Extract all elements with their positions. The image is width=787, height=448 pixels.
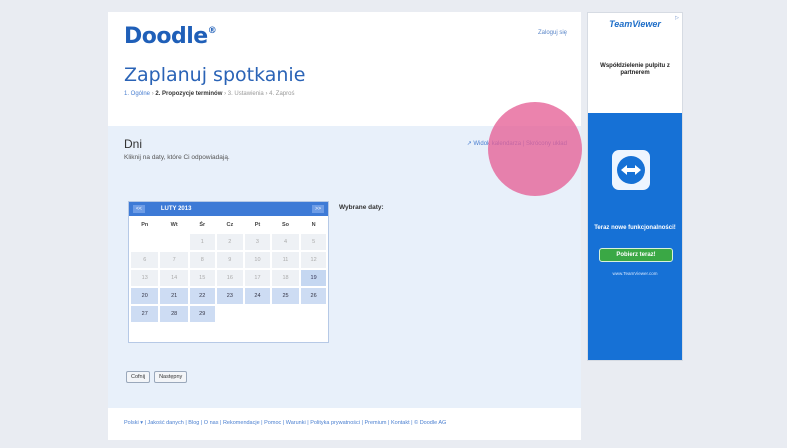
calendar-day: 15 [189, 270, 215, 286]
doodle-logo[interactable]: Doodle® [124, 24, 217, 49]
teamviewer-icon [612, 150, 650, 190]
calendar-day: 13 [131, 270, 159, 286]
calendar-day: 4 [271, 234, 300, 250]
calendar-day: 1 [189, 234, 215, 250]
calendar-day: 7 [160, 252, 188, 268]
back-button[interactable]: Cofnij [126, 371, 151, 383]
calendar-day: 2 [216, 234, 244, 250]
weekday-header: Cz [226, 222, 234, 228]
calendar-day: 6 [131, 252, 159, 268]
date-picker-calendar: << LUTY 2013 >> Pn Wt Śr Cz Pt So N 1234567891… [128, 201, 329, 343]
weekday-header: Wt [170, 222, 178, 228]
calendar-day: 8 [189, 252, 215, 268]
footer-links[interactable]: Polski ▾ | Jakość danych | Blog | O nas … [124, 420, 464, 427]
calendar-empty-cell [160, 234, 187, 250]
ad-url[interactable]: www.TeamViewer.com [588, 271, 682, 276]
calendar-day: 3 [245, 234, 270, 250]
panel-title: Dni [124, 137, 143, 151]
next-month-button[interactable]: >> [312, 205, 324, 213]
calendar-day: 18 [271, 270, 300, 286]
calendar-empty-cell [272, 306, 299, 322]
prev-month-button[interactable]: << [133, 205, 145, 213]
calendar-month-label: LUTY 2013 [160, 206, 192, 212]
calendar-day: 10 [245, 252, 270, 268]
calendar-day[interactable]: 22 [189, 288, 215, 304]
step-settings: 3. Ustawienia [227, 91, 264, 97]
teamviewer-ad[interactable]: ▷ TeamViewer Współdzielenie pulpitu z pa… [587, 12, 683, 361]
calendar-day[interactable]: 27 [131, 306, 159, 322]
calendar-header: << LUTY 2013 >> [129, 202, 328, 216]
weekday-header: Śr [199, 222, 206, 228]
calendar-day: 12 [301, 252, 326, 268]
ad-headline: Współdzielenie pulpitu z partnerem [600, 63, 670, 76]
step-invite: 4. Zaproś [269, 91, 295, 97]
weekday-header: Pt [254, 222, 261, 228]
selected-dates-label: Wybrane daty: [339, 204, 384, 211]
weekday-header: So [282, 222, 290, 228]
nav-buttons: Cofnij Następny [126, 371, 188, 383]
next-button[interactable]: Następny [154, 371, 188, 383]
calendar-day: 11 [271, 252, 300, 268]
calendar-day[interactable]: 29 [189, 306, 215, 322]
calendar-day[interactable]: 25 [271, 288, 300, 304]
calendar-empty-cell [131, 234, 158, 250]
calendar-empty-cell [301, 306, 326, 322]
calendar-day[interactable]: 28 [160, 306, 188, 322]
ad-promo-text: Teraz nowe funkcjonalności! [594, 225, 676, 231]
calendar-day: 14 [160, 270, 188, 286]
weekday-header: Pn [141, 222, 149, 228]
calendar-day: 16 [216, 270, 244, 286]
calendar-day[interactable]: 21 [160, 288, 188, 304]
step-general[interactable]: 1. Ogólne [124, 91, 150, 97]
calendar-day[interactable]: 19 [301, 270, 326, 286]
cursor-highlight [488, 102, 582, 196]
calendar-day: 9 [216, 252, 244, 268]
calendar-day[interactable]: 23 [216, 288, 244, 304]
ad-blue-panel: Teraz nowe funkcjonalności! Pobierz tera… [588, 113, 682, 360]
calendar-day[interactable]: 26 [301, 288, 326, 304]
ad-download-button[interactable]: Pobierz teraz! [599, 248, 673, 262]
calendar-empty-cell [217, 306, 244, 322]
wizard-steps: 1. Ogólne › 2. Propozycje terminów › 3. … [124, 91, 295, 97]
calendar-day: 5 [301, 234, 326, 250]
panel-subtitle: Kliknij na daty, które Ci odpowiadają. [124, 154, 230, 161]
calendar-empty-cell [245, 306, 270, 322]
calendar-day: 17 [245, 270, 270, 286]
calendar-day[interactable]: 20 [131, 288, 159, 304]
teamviewer-logo[interactable]: TeamViewer [588, 19, 682, 29]
doodle-page: Doodle® Zaloguj się Zaplanuj spotkanie 1… [108, 12, 581, 440]
calendar-day[interactable]: 24 [245, 288, 270, 304]
page-title: Zaplanuj spotkanie [124, 64, 306, 86]
login-link[interactable]: Zaloguj się [538, 30, 567, 36]
weekday-header: N [311, 222, 316, 228]
calendar-grid: Pn Wt Śr Cz Pt So N 1 2 3 4 5 6 7 8 9 10 11 12 13 14 15 16 17 1… [129, 216, 328, 324]
step-time-proposals: 2. Propozycje terminów [155, 91, 223, 97]
